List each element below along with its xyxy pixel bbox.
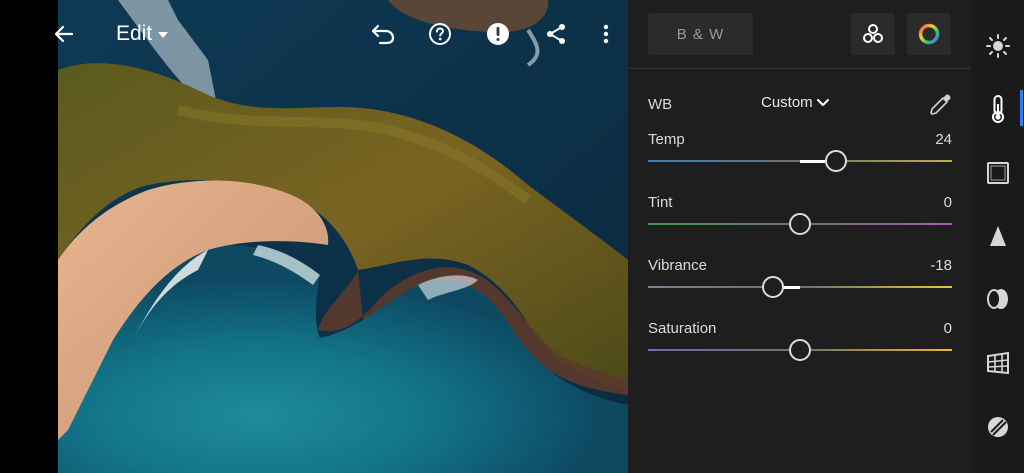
vibrance-slider-row: Vibrance -18 bbox=[648, 257, 952, 307]
saturation-thumb[interactable] bbox=[789, 339, 811, 361]
back-arrow-icon bbox=[54, 25, 74, 43]
vibrance-label: Vibrance bbox=[648, 257, 707, 274]
vibrance-value: -18 bbox=[930, 257, 952, 274]
bw-button[interactable]: B & W bbox=[648, 13, 753, 55]
edit-tools-strip bbox=[971, 0, 1024, 473]
lightroom-editor: Edit B & W WB Custom Temp 24 Tint 0 Vibr… bbox=[0, 0, 1024, 473]
back-button[interactable] bbox=[48, 18, 80, 50]
panel-divider bbox=[628, 68, 971, 69]
geometry-icon bbox=[986, 351, 1009, 374]
temp-label: Temp bbox=[648, 131, 685, 148]
light-icon bbox=[985, 33, 1010, 58]
tint-slider-row: Tint 0 bbox=[648, 194, 952, 244]
color-temperature-icon bbox=[991, 94, 1004, 123]
color-grading-button[interactable] bbox=[907, 13, 951, 55]
edit-mode-label: Edit bbox=[116, 22, 153, 45]
tint-value: 0 bbox=[943, 194, 952, 211]
more-vertical-icon bbox=[603, 24, 609, 44]
eyedropper-icon[interactable] bbox=[927, 92, 953, 118]
crop-icon bbox=[986, 161, 1009, 184]
left-letterbox bbox=[0, 0, 58, 473]
undo-icon bbox=[371, 24, 395, 45]
help-button[interactable] bbox=[424, 18, 456, 50]
saturation-value: 0 bbox=[943, 320, 952, 337]
optics-tool[interactable] bbox=[981, 282, 1014, 315]
saturation-slider-row: Saturation 0 bbox=[648, 320, 952, 370]
wb-label: WB bbox=[648, 96, 673, 113]
more-button[interactable] bbox=[590, 18, 622, 50]
temp-value: 24 bbox=[935, 131, 952, 148]
vibrance-fill bbox=[782, 286, 800, 289]
wb-dropdown[interactable]: Custom bbox=[761, 94, 829, 111]
tint-label: Tint bbox=[648, 194, 673, 211]
color-mix-icon bbox=[863, 24, 883, 43]
effects-tool[interactable] bbox=[981, 156, 1014, 189]
geometry-tool[interactable] bbox=[981, 346, 1014, 379]
temp-fill bbox=[800, 160, 827, 163]
detail-icon bbox=[989, 225, 1006, 246]
top-toolbar: Edit bbox=[0, 0, 628, 70]
chevron-down-icon bbox=[816, 98, 829, 106]
detail-tool[interactable] bbox=[981, 219, 1014, 252]
alert-button[interactable] bbox=[482, 18, 514, 50]
caret-down-icon bbox=[158, 32, 169, 38]
edit-mode-menu[interactable]: Edit bbox=[116, 20, 169, 48]
temp-slider-row: Temp 24 bbox=[648, 131, 952, 181]
presets-icon bbox=[987, 416, 1008, 437]
help-icon bbox=[429, 23, 451, 45]
tint-thumb[interactable] bbox=[789, 213, 811, 235]
color-tool[interactable] bbox=[981, 92, 1014, 125]
vibrance-track[interactable] bbox=[648, 286, 952, 288]
white-balance-row: WB Custom bbox=[648, 92, 953, 118]
alert-icon bbox=[487, 23, 509, 45]
presets-tool[interactable] bbox=[981, 410, 1014, 443]
active-tool-indicator bbox=[1020, 90, 1023, 126]
share-icon bbox=[547, 24, 565, 44]
color-wheel-icon bbox=[918, 23, 940, 45]
photo-canvas[interactable] bbox=[58, 0, 628, 473]
saturation-label: Saturation bbox=[648, 320, 717, 337]
temp-thumb[interactable] bbox=[825, 150, 847, 172]
color-mix-button[interactable] bbox=[851, 13, 895, 55]
vibrance-thumb[interactable] bbox=[762, 276, 784, 298]
light-tool[interactable] bbox=[981, 29, 1014, 62]
undo-button[interactable] bbox=[367, 18, 399, 50]
color-panel: B & W WB Custom Temp 24 Tint 0 Vibrance … bbox=[628, 0, 971, 473]
wb-value: Custom bbox=[761, 94, 813, 111]
share-button[interactable] bbox=[540, 18, 572, 50]
aerial-photo bbox=[58, 0, 628, 473]
optics-icon bbox=[986, 288, 1008, 309]
